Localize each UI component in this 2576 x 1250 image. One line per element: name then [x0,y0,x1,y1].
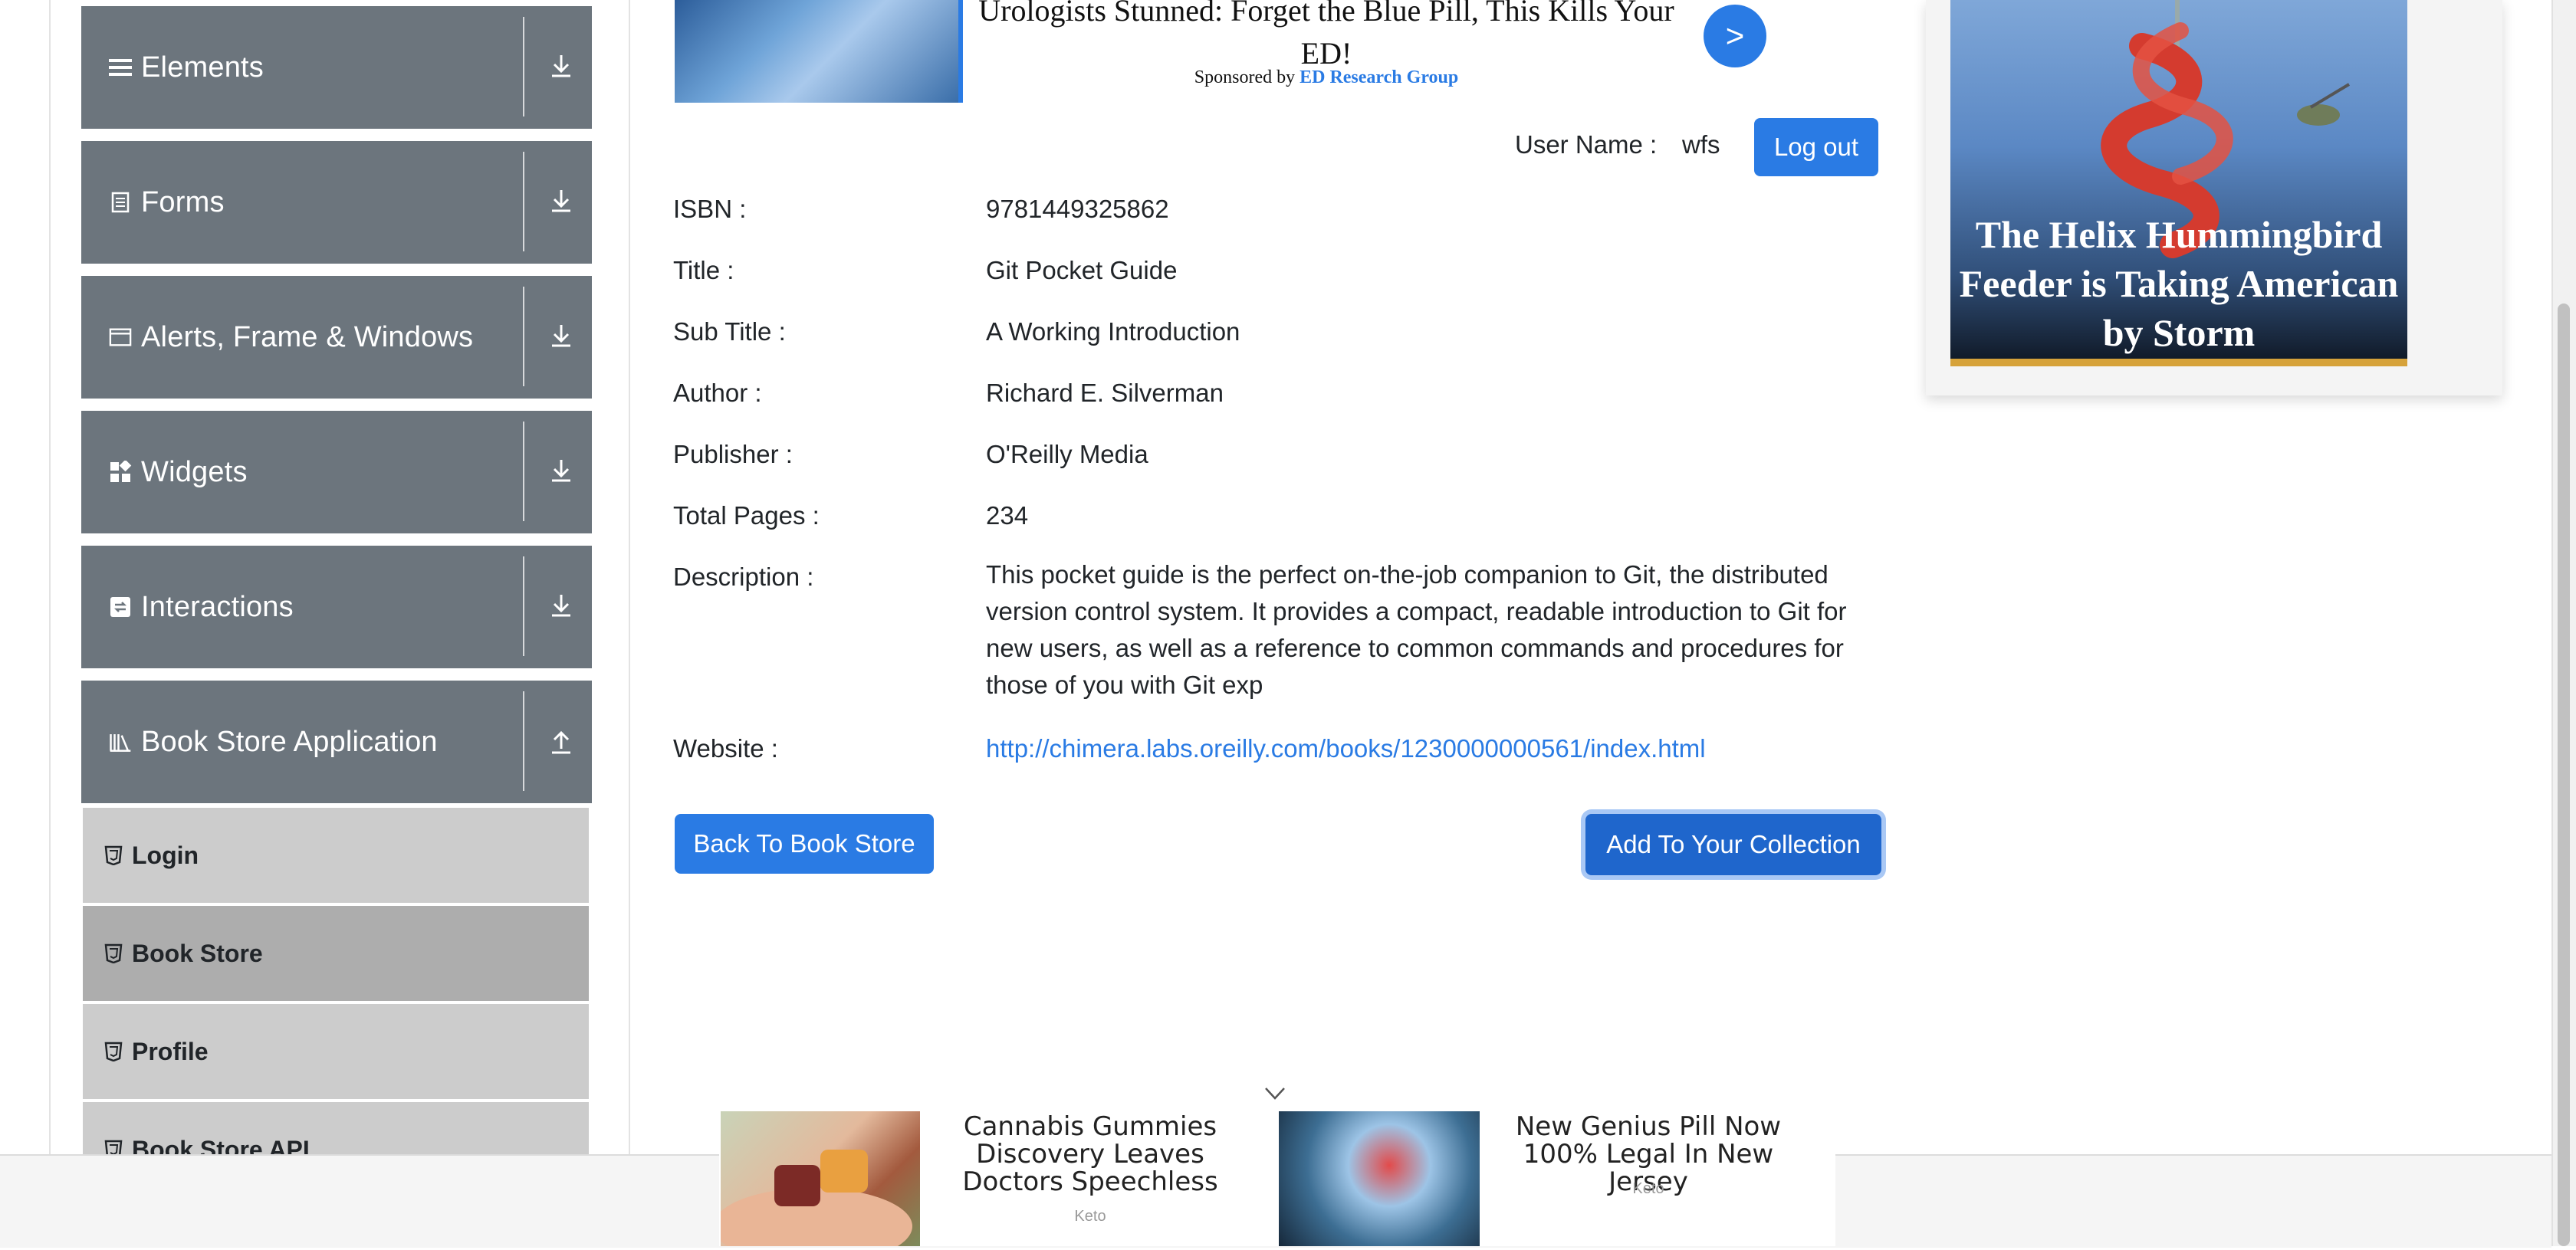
scrollbar-thumb[interactable] [2558,303,2570,1246]
back-to-book-store-button[interactable]: Back To Book Store [675,814,934,874]
ad-sponsor: Sponsored by ED Research Group [966,67,1687,88]
sidebar-group-label: Widgets [141,455,248,488]
website-label: Website : [673,734,778,763]
ad-image[interactable] [1279,1111,1480,1246]
ad-headline[interactable]: Urologists Stunned: Forget the Blue Pill… [966,0,1687,75]
html5-icon [104,845,123,865]
window-icon [109,326,132,349]
sidebar-group-label: Alerts, Frame & Windows [141,320,474,353]
right-ad-text[interactable]: The Helix Hummingbird Feeder is Taking A… [1950,210,2407,357]
author-label: Author : [673,379,762,407]
sidebar-group-label: Elements [141,51,264,84]
subtitle-label: Sub Title : [673,317,786,346]
ad-image[interactable] [675,0,963,103]
user-name-label: User Name : [1515,130,1658,159]
pages-value: 234 [986,501,1029,530]
sidebar-item-label: Login [132,841,199,869]
books-icon [109,730,132,753]
html5-icon [104,1042,123,1061]
ad-accent-bar [1950,359,2407,366]
sidebar-item-label: Book Store [132,939,263,967]
sidebar-group-label: Forms [141,185,225,218]
document-icon [109,191,132,214]
sidebar-group-forms[interactable]: Forms [81,141,592,264]
title-label: Title : [673,256,734,284]
widgets-icon [109,461,132,484]
add-to-collection-button[interactable]: Add To Your Collection [1585,814,1881,875]
subtitle-value: A Working Introduction [986,317,1240,346]
author-value: Richard E. Silverman [986,379,1224,407]
sidebar-item-label: Profile [132,1037,209,1065]
right-ad[interactable]: The Helix Hummingbird Feeder is Taking A… [1926,0,2502,395]
description-value: This pocket guide is the perfect on-the-… [986,560,1847,699]
sidebar-group-elements[interactable]: Elements [81,6,592,129]
divider [523,287,524,386]
divider [523,691,524,791]
divider [523,556,524,656]
sidebar-group-alerts[interactable]: Alerts, Frame & Windows [81,276,592,399]
sidebar-group-interactions[interactable]: Interactions [81,546,592,668]
sidebar-item-book-store[interactable]: Book Store [83,903,589,1001]
sponsored-by-text: Sponsored by [1194,67,1296,87]
sidebar-group-widgets[interactable]: Widgets [81,411,592,533]
upload-arrow-icon[interactable] [544,723,578,757]
chevron-down-icon[interactable] [1263,1084,1286,1104]
divider [523,422,524,521]
logout-button[interactable]: Log out [1754,118,1878,176]
divider [523,17,524,116]
title-value: Git Pocket Guide [986,256,1178,284]
isbn-label: ISBN : [673,195,747,223]
sidebar-item-login[interactable]: Login [83,805,589,903]
ad-image[interactable] [713,1111,920,1250]
interactions-icon [109,595,132,618]
html5-icon [104,943,123,963]
isbn-value: 9781449325862 [986,195,1169,223]
bottom-ad-source-1: Keto [1074,1208,1106,1225]
download-arrow-icon[interactable] [544,319,578,353]
bottom-ad-headline-1[interactable]: Cannabis Gummies Discovery Leaves Doctor… [923,1113,1257,1196]
download-arrow-icon[interactable] [544,49,578,83]
bottom-ad-source-2: Keto [1632,1180,1664,1197]
ad-next-button[interactable]: > [1704,5,1766,67]
sidebar-group-book-store-application[interactable]: Book Store Application [81,681,592,803]
sidebar-group-label: Interactions [141,590,294,623]
download-arrow-icon[interactable] [544,184,578,218]
download-arrow-icon[interactable] [544,454,578,487]
download-arrow-icon[interactable] [544,589,578,622]
description-label: Description : [673,563,814,591]
publisher-value: O'Reilly Media [986,440,1148,468]
divider [523,152,524,251]
pages-label: Total Pages : [673,501,820,530]
sponsor-name[interactable]: ED Research Group [1300,67,1458,87]
sidebar-item-profile[interactable]: Profile [83,1001,589,1099]
website-link[interactable]: http://chimera.labs.oreilly.com/books/12… [986,734,1706,763]
sidebar-group-label: Book Store Application [141,725,438,758]
gummies-illustration [713,1150,912,1250]
user-name-value: wfs [1682,130,1720,159]
publisher-label: Publisher : [673,440,793,468]
hamburger-icon [109,56,132,79]
